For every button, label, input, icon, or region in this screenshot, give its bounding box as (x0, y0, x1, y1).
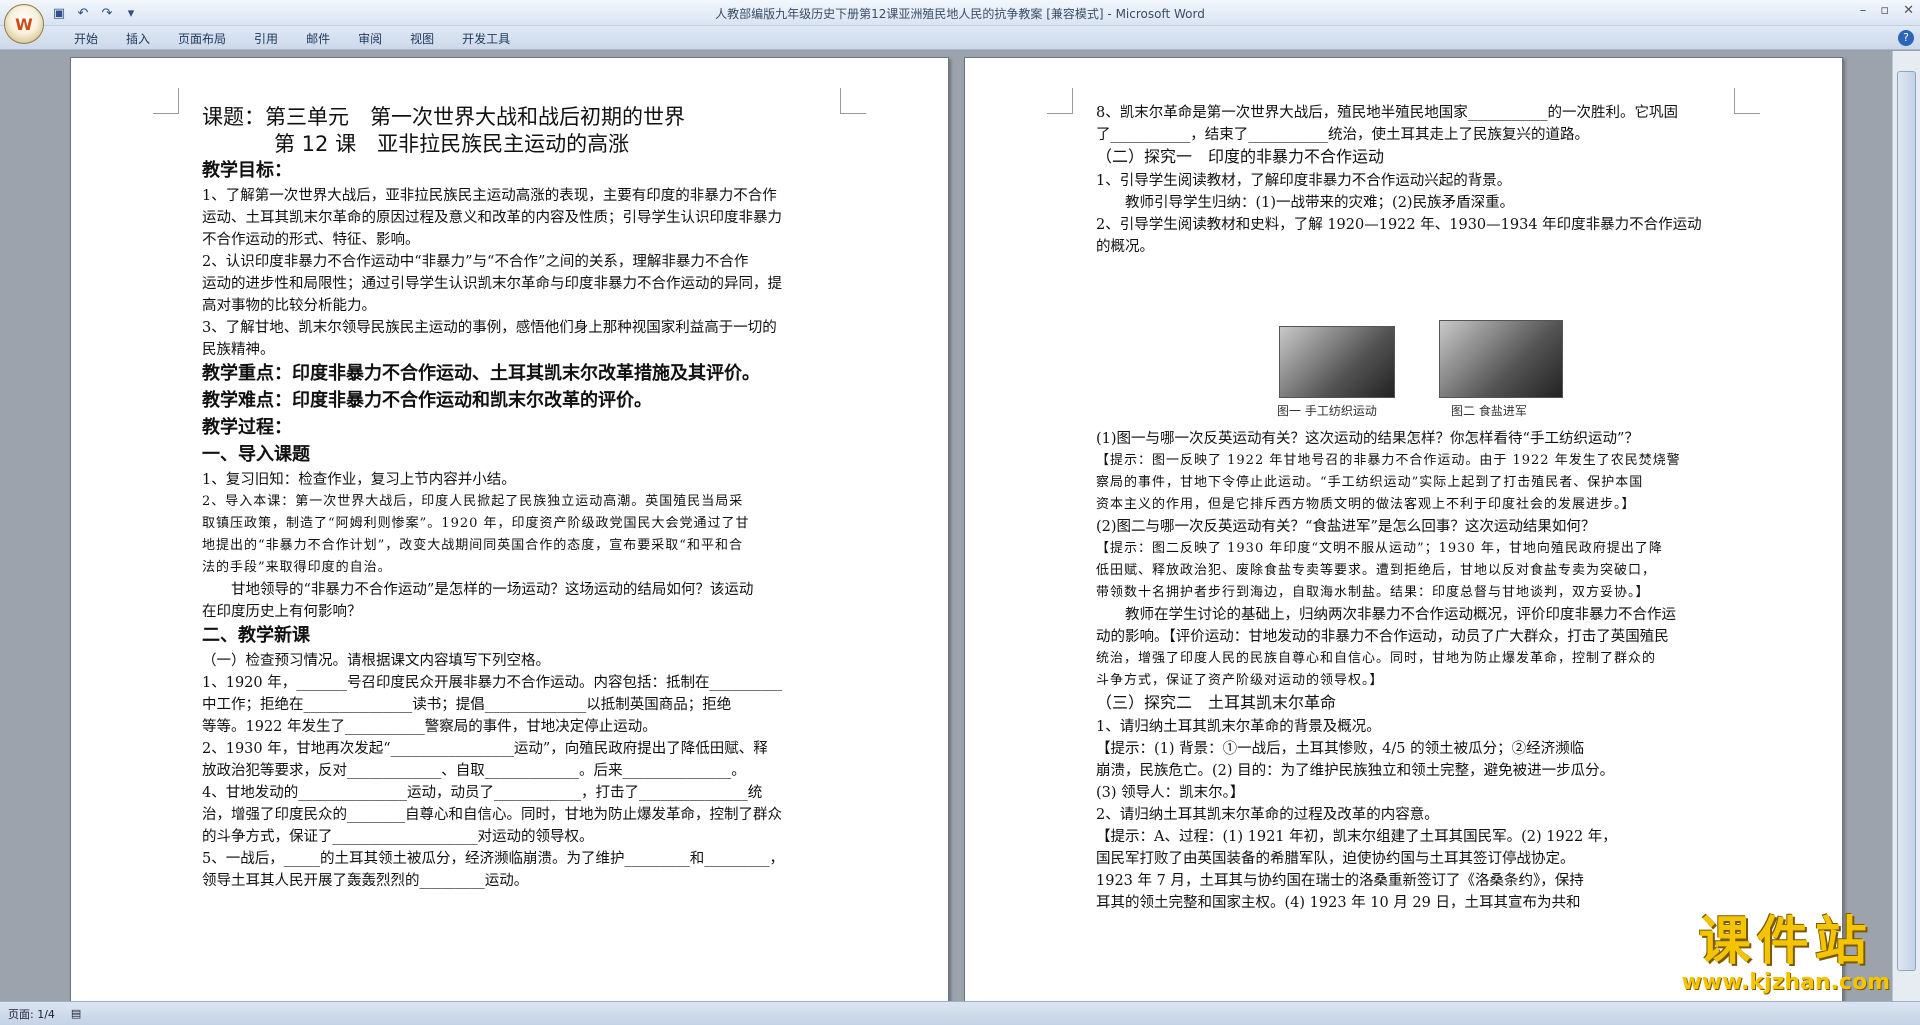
document-line: 【提示：图一反映了 1922 年甘地号召的非暴力不合作运动。由于 1922 年发… (1096, 453, 1681, 468)
document-page-2[interactable]: 图一 手工纺织运动 图二 食盐进军 8、凯末尔革命是第一次世界大战后，殖民地半殖… (964, 57, 1843, 1001)
document-line: 一、导入课题 (202, 444, 310, 465)
status-bar: 页面: 1/4 ▤ (0, 1001, 1920, 1025)
document-line: 教学难点：印度非暴力不合作运动和凯末尔改革的评价。 (202, 390, 652, 411)
scrollbar-thumb[interactable] (1897, 71, 1916, 971)
ribbon-tab[interactable]: 引用 (240, 30, 292, 47)
document-line: 耳其的领土完整和国家主权。(4) 1923 年 10 月 29 日，土耳其宣布为… (1096, 895, 1581, 911)
document-line: 高对事物的比较分析能力。 (202, 298, 376, 314)
document-line: (3) 领导人：凯末尔。】 (1096, 785, 1245, 801)
document-line: (1)图一与哪一次反英运动有关？这次运动的结果怎样？你怎样看待“手工纺织运动”？ (1096, 431, 1639, 447)
document-line: 斗争方式，保证了资产阶级对运动的领导权。】 (1096, 673, 1384, 688)
document-line: 运动、土耳其凯末尔革命的原因过程及意义和改革的内容及性质；引导学生认识印度非暴力 (202, 210, 782, 226)
document-line: 取镇压政策，制造了“阿姆利则惨案”。1920 年，印度资产阶级政党国民大会党通过… (202, 516, 750, 531)
document-line: 【提示：A、过程：(1) 1921 年初，凯末尔组建了土耳其国民军。(2) 19… (1096, 829, 1617, 845)
document-line: 1、请归纳土耳其凯末尔革命的背景及概况。 (1096, 719, 1381, 735)
office-button[interactable]: W (4, 4, 44, 44)
document-line: (2)图二与哪一次反英运动有关？“食盐进军”是怎么回事？这次运动结果如何？ (1096, 519, 1596, 535)
kjzhan-watermark-logo: 课件站 www.kjzhan.com (1681, 912, 1890, 995)
document-line: 领导土耳其人民开展了轰轰烈烈的_________运动。 (202, 873, 529, 889)
document-line: 动的影响。【评价运动：甘地发动的非暴力不合作运动，动员了广大群众，打击了英国殖民 (1096, 629, 1669, 645)
figure-caption: 图二 食盐进军 (1451, 404, 1527, 418)
document-line: 第 12 课 亚非拉民族民主运动的高涨 (274, 132, 630, 156)
document-line: （三）探究二 土耳其凯末尔革命 (1096, 693, 1337, 712)
page-count[interactable]: 页面: 1/4 (8, 1006, 55, 1022)
ribbon-tab[interactable]: 页面布局 (164, 30, 240, 47)
document-line: 2、1930 年，甘地再次发起“_________________运动”，向殖民… (202, 741, 768, 757)
document-line: 的概况。 (1096, 239, 1154, 255)
document-line: 地提出的“非暴力不合作计划”，改变大战期间同英国合作的态度，宣布要采取“和平和合 (202, 538, 743, 553)
document-line: 3、了解甘地、凯末尔领导民族民主运动的事例，感悟他们身上那种视国家利益高于一切的 (202, 320, 777, 336)
document-line: 了___________，结束了___________统治，使土耳其走上了民族复… (1096, 127, 1589, 143)
document-line: 等等。1922 年发生了___________警察局的事件，甘地决定停止运动。 (202, 719, 657, 735)
document-line: 2、请归纳土耳其凯末尔革命的过程及改革的内容意。 (1096, 807, 1439, 823)
proofing-icon[interactable]: ▤ (71, 1007, 81, 1020)
document-line: 统治，增强了印度人民的民族自尊心和自信心。同时，甘地为防止爆发革命，控制了群众的 (1096, 651, 1657, 666)
spinning-wheel-photo (1279, 326, 1395, 398)
figure-caption: 图一 手工纺织运动 (1277, 404, 1377, 418)
window-controls: – ▫ ✕ (1860, 3, 1914, 18)
document-line: 放政治犯等要求，反对_____________、自取_____________。… (202, 763, 746, 779)
ribbon-tab[interactable]: 开发工具 (448, 30, 524, 47)
document-line: 8、凯末尔革命是第一次世界大战后，殖民地半殖民地国家___________的一次… (1096, 105, 1678, 121)
crop-mark (1734, 88, 1760, 114)
close-icon[interactable]: ✕ (1903, 3, 1914, 18)
document-line: 低田赋、释放政治犯、废除食盐专卖等要求。遭到拒绝后，甘地以反对食盐专卖为突破口， (1096, 563, 1657, 578)
document-line: 的斗争方式，保证了____________________对运动的领导权。 (202, 829, 594, 845)
maximize-icon[interactable]: ▫ (1880, 3, 1889, 18)
document-line: 2、认识印度非暴力不合作运动中“非暴力”与“不合作”之间的关系，理解非暴力不合作 (202, 254, 749, 270)
window-title: 人教部编版九年级历史下册第12课亚洲殖民地人民的抗争教案 [兼容模式] - Mi… (715, 7, 1205, 21)
document-line: 法的手段”来取得印度的自治。 (202, 560, 392, 575)
document-line: 4、甘地发动的_______________运动，动员了____________… (202, 785, 763, 801)
ribbon-tabs: 开始 插入 页面布局 引用 邮件 审阅 视图 开发工具 ? (0, 26, 1920, 50)
document-line: 治，增强了印度民众的________自尊心和自信心。同时，甘地为防止爆发革命，控… (202, 807, 782, 823)
document-line: 民族精神。 (202, 342, 275, 358)
document-line: （二）探究一 印度的非暴力不合作运动 (1096, 147, 1385, 166)
minimize-icon[interactable]: – (1860, 3, 1867, 18)
crop-mark (153, 88, 179, 114)
document-page-1[interactable]: 课题：第三单元 第一次世界大战和战后初期的世界第 12 课 亚非拉民族民主运动的… (70, 57, 949, 1001)
crop-mark (1047, 88, 1073, 114)
document-line: 1、复习旧知：检查作业，复习上节内容并小结。 (202, 472, 516, 488)
crop-mark (840, 88, 866, 114)
document-workspace[interactable]: 课题：第三单元 第一次世界大战和战后初期的世界第 12 课 亚非拉民族民主运动的… (0, 51, 1892, 1001)
document-line: 教学过程： (202, 417, 292, 438)
document-line: 运动的进步性和局限性；通过引导学生认识凯末尔革命与印度非暴力不合作运动的异同，提 (202, 276, 782, 292)
document-line: 察局的事件，甘地下令停止此运动。“手工纺织运动”实际上起到了打击殖民者、保护本国 (1096, 475, 1644, 490)
document-line: 课题：第三单元 第一次世界大战和战后初期的世界 (202, 105, 685, 129)
document-line: 带领数十名拥护者步行到海边，自取海水制盐。结果：印度总督与甘地谈判，双方妥协。】 (1096, 585, 1650, 600)
ribbon-tab[interactable]: 视图 (396, 30, 448, 47)
document-line: 中工作；拒绝在_______________读书；提倡_____________… (202, 697, 732, 713)
document-line: （一）检查预习情况。请根据课文内容填写下列空格。 (202, 653, 550, 669)
document-line: 2、引导学生阅读教材和史料，了解 1920—1922 年、1930—1934 年… (1096, 217, 1702, 233)
document-line: 教师引导学生归纳：(1)一战带来的灾难；(2)民族矛盾深重。 (1096, 195, 1515, 211)
ribbon-tab[interactable]: 插入 (112, 30, 164, 47)
document-line: 崩溃，民族危亡。(2) 目的：为了维护民族独立和领土完整，避免被进一步瓜分。 (1096, 763, 1615, 779)
document-line: 2、导入本课：第一次世界大战后，印度人民掀起了民族独立运动高潮。英国殖民当局采 (202, 494, 744, 509)
document-line: 教师在学生讨论的基础上，归纳两次非暴力不合作运动概况，评价印度非暴力不合作运 (1096, 607, 1676, 623)
document-line: 【提示：图二反映了 1930 年印度“文明不服从运动”；1930 年，甘地向殖民… (1096, 541, 1663, 556)
document-line: 教学目标： (202, 160, 292, 181)
document-line: 1923 年 7 月，土耳其与协约国在瑞士的洛桑重新签订了《洛桑条约》，保持 (1096, 873, 1584, 889)
document-line: 1、引导学生阅读教材，了解印度非暴力不合作运动兴起的背景。 (1096, 173, 1512, 189)
ribbon-tab[interactable]: 邮件 (292, 30, 344, 47)
salt-march-photo (1439, 320, 1563, 398)
document-line: 在印度历史上有何影响？ (202, 604, 362, 620)
document-line: 教学重点：印度非暴力不合作运动、土耳其凯末尔改革措施及其评价。 (202, 363, 760, 384)
vertical-scrollbar[interactable] (1892, 51, 1920, 1001)
help-icon[interactable]: ? (1898, 30, 1914, 46)
ribbon-tab[interactable]: 开始 (60, 30, 112, 47)
document-line: 5、一战后，_____的土耳其领土被瓜分，经济濒临崩溃。为了维护________… (202, 851, 784, 867)
document-line: 国民军打败了由英国装备的希腊军队，迫使协约国与土耳其签订停战协定。 (1096, 851, 1575, 867)
document-line: 甘地领导的“非暴力不合作运动”是怎样的一场运动？这场运动的结局如何？该运动 (202, 582, 754, 598)
document-line: 【提示：(1) 背景：①一战后，土耳其惨败，4/5 的领土被瓜分；②经济濒临 (1096, 741, 1585, 757)
document-line: 不合作运动的形式、特征、影响。 (202, 232, 420, 248)
title-bar: ▣ ↶ ↷ ▾ 人教部编版九年级历史下册第12课亚洲殖民地人民的抗争教案 [兼容… (0, 0, 1920, 26)
ribbon-tab[interactable]: 审阅 (344, 30, 396, 47)
document-line: 1、1920 年，_______号召印度民众开展非暴力不合作运动。内容包括：抵制… (202, 675, 782, 691)
document-line: 1、了解第一次世界大战后，亚非拉民族民主运动高涨的表现，主要有印度的非暴力不合作 (202, 188, 777, 204)
document-line: 二、教学新课 (202, 625, 310, 646)
document-line: 资本主义的作用，但是它排斥西方物质文明的做法客观上不利于印度社会的发展进步。】 (1096, 497, 1636, 512)
